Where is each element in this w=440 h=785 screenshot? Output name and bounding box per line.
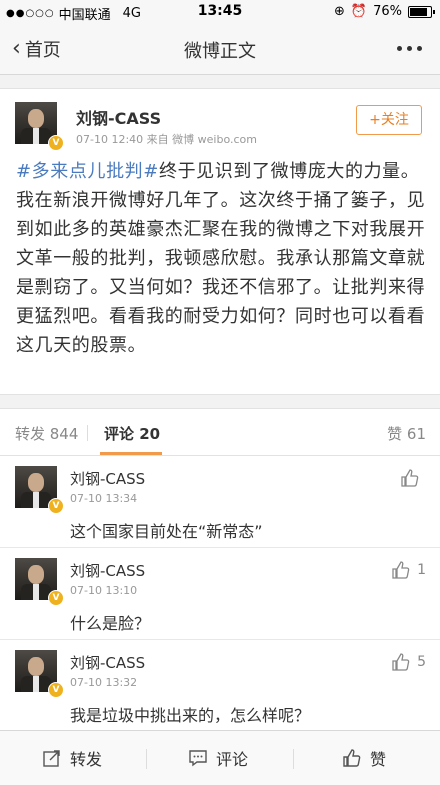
comment-like-count: 5	[417, 654, 426, 670]
more-options-button[interactable]	[397, 46, 422, 51]
comment-like-button[interactable]	[400, 468, 426, 488]
comment-item: V 刘钢-CASS 07-10 13:32 我是垃圾中挑出来的，怎么样呢？ 5	[0, 640, 440, 731]
post-body: #多来点儿批判#终于见识到了微博庞大的力量。我在新浪开微博好几年了。这次终于捅了…	[16, 157, 426, 360]
active-tab-indicator	[100, 452, 162, 455]
thumbs-up-icon	[343, 749, 361, 767]
thumbs-up-icon	[401, 469, 419, 487]
comment-item: V 刘钢-CASS 07-10 13:10 什么是脸？ 1	[0, 548, 440, 640]
comment-like-count: 1	[417, 562, 426, 578]
comment-tab[interactable]: 评论 20	[104, 423, 160, 444]
more-dot-icon	[397, 46, 402, 51]
more-dot-icon	[417, 46, 422, 51]
comment-author[interactable]: 刘钢-CASS	[70, 468, 145, 489]
follow-button[interactable]: +关注	[356, 105, 422, 135]
author-name[interactable]: 刘钢-CASS	[76, 105, 161, 129]
divider	[146, 749, 147, 769]
stats-bar: 转发 844 评论 20 赞 61	[0, 408, 440, 456]
battery-percent: 76%	[373, 4, 402, 19]
verified-badge-icon: V	[48, 682, 64, 698]
comment-time: 07-10 13:10	[70, 584, 138, 597]
battery-icon	[408, 5, 435, 18]
verified-badge-icon: V	[48, 135, 64, 151]
comment-author[interactable]: 刘钢-CASS	[70, 652, 145, 673]
like-label: 赞	[370, 750, 387, 769]
comment-tab-count: 20	[139, 425, 161, 443]
comment-button[interactable]: 评论	[188, 746, 248, 770]
repost-tab[interactable]: 转发 844	[15, 423, 78, 444]
comment-icon	[189, 750, 207, 767]
comment-text: 什么是脸？	[70, 614, 151, 633]
more-dot-icon	[407, 46, 412, 51]
comment-time: 07-10 13:34	[70, 492, 138, 505]
bottom-toolbar: 转发 评论 赞	[0, 730, 440, 785]
nav-bar: ‹ 首页 微博正文	[0, 24, 440, 75]
comment-text: 这个国家目前处在“新常态”	[70, 522, 263, 541]
thumbs-up-icon	[392, 561, 410, 579]
comment-label: 评论	[216, 750, 249, 769]
page-title: 微博正文	[184, 41, 256, 62]
lock-rotation-icon: ⊕	[334, 4, 345, 19]
alarm-icon: ⏰	[350, 4, 368, 19]
like-tab[interactable]: 赞 61	[387, 423, 426, 444]
thumbs-up-icon	[392, 653, 410, 671]
verified-badge-icon: V	[48, 590, 64, 606]
status-bar: ●●○○○ 中国联通 4G 13:45 ⊕ ⏰ 76%	[0, 0, 440, 24]
verified-badge-icon: V	[48, 498, 64, 514]
comment-author[interactable]: 刘钢-CASS	[70, 560, 145, 581]
like-button[interactable]: 赞	[342, 746, 386, 770]
comment-like-button[interactable]: 1	[391, 560, 426, 580]
repost-label: 转发	[70, 750, 103, 769]
post-meta: 07-10 12:40 来自 微博 weibo.com	[76, 133, 257, 146]
divider	[293, 749, 294, 769]
post-text: 终于见识到了微博庞大的力量。我在新浪开微博好几年了。这次终于捅了篓子，见到如此多…	[16, 161, 426, 356]
repost-icon	[43, 750, 60, 767]
hashtag-link[interactable]: #多来点儿批判#	[16, 161, 159, 182]
repost-button[interactable]: 转发	[42, 746, 102, 770]
comment-like-button[interactable]: 5	[391, 652, 426, 672]
comment-item: V 刘钢-CASS 07-10 13:34 这个国家目前处在“新常态”	[0, 456, 440, 548]
comment-time: 07-10 13:32	[70, 676, 138, 689]
comment-tab-label: 评论	[104, 425, 135, 443]
weibo-post: V 刘钢-CASS 07-10 12:40 来自 微博 weibo.com +关…	[0, 88, 440, 395]
divider	[87, 425, 88, 441]
status-right: ⊕ ⏰ 76%	[334, 4, 435, 19]
comment-text: 我是垃圾中挑出来的，怎么样呢？	[70, 706, 311, 725]
